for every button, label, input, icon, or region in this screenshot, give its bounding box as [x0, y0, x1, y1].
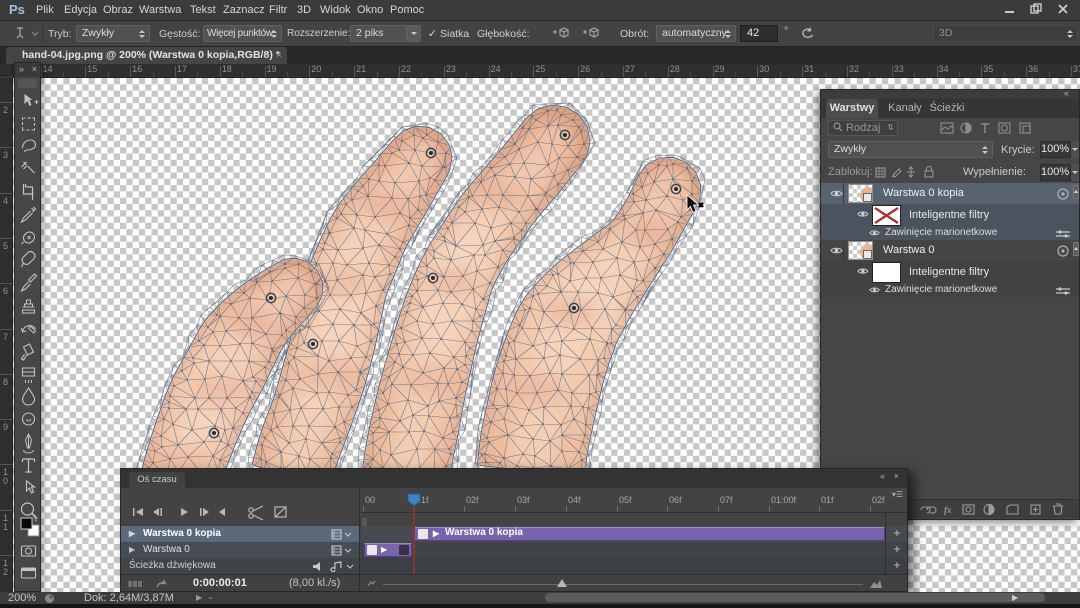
svg-text:fx: fx: [944, 505, 952, 515]
